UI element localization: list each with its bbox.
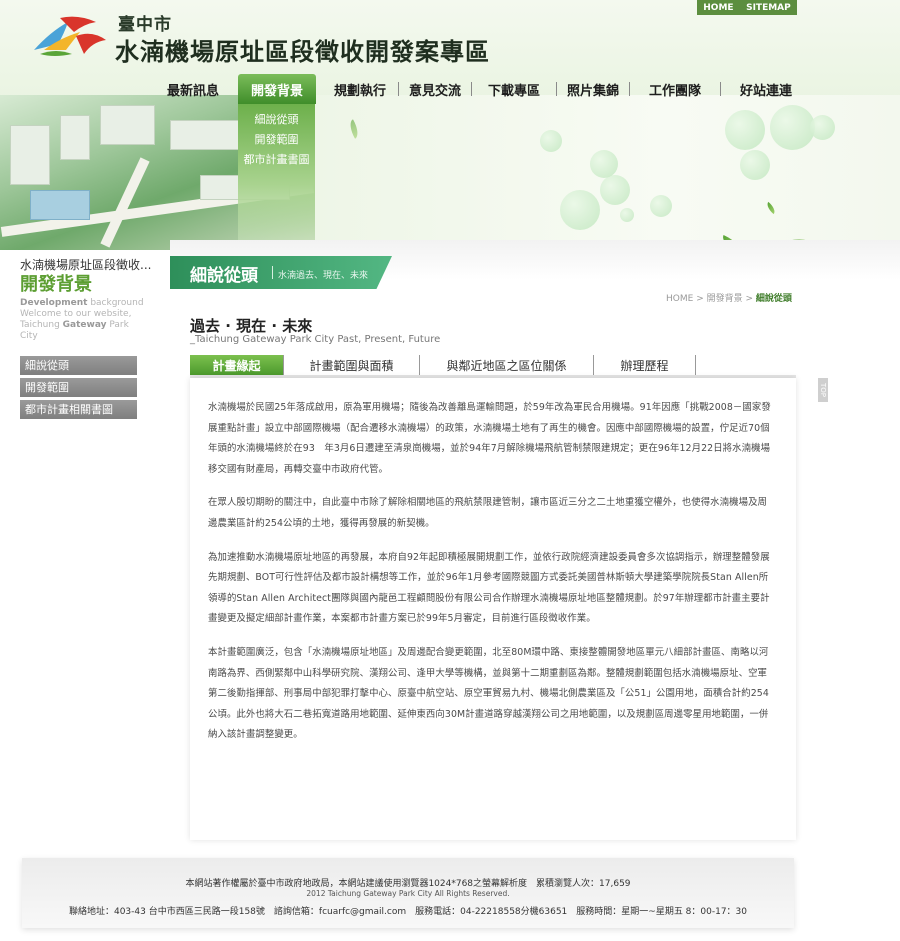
article-paragraph: 本計畫範圍廣泛，包含「水湳機場原址地區」及周邊配合變更範圍，北至80M環中路、東… <box>208 646 769 741</box>
city-logo-icon[interactable] <box>30 10 110 60</box>
nav-item-team[interactable]: 工作團隊 <box>630 74 720 104</box>
site-title[interactable]: 水湳機場原址區段徵收開發案專區 <box>115 32 490 67</box>
sidebar-item-origin[interactable]: 細說從頭 <box>20 356 137 375</box>
submenu-item-origin[interactable]: 細說從頭 <box>238 110 315 130</box>
nav-item-news[interactable]: 最新訊息 <box>160 74 226 104</box>
breadcrumb-separator: > <box>745 294 754 304</box>
breadcrumb-background[interactable]: 開發背景 <box>707 294 743 304</box>
breadcrumb-home[interactable]: HOME <box>666 294 693 304</box>
sitemap-link[interactable]: SITEMAP <box>746 3 791 13</box>
content-tabs: 計畫緣起 計畫範圍與面積 與鄰近地區之區位關係 辦理歷程 <box>190 355 696 375</box>
nav-item-feedback[interactable]: 意見交流 <box>399 74 471 104</box>
article-paragraph: 為加速推動水湳機場原址地區的再發展，本府自92年起即積極展開規劃工作，並依行政院… <box>208 551 770 625</box>
header: 臺中市 水湳機場原址區段徵收開發案專區 HOME SITEMAP 最新訊息 開發… <box>0 0 900 250</box>
background-submenu: 細說從頭 開發範圍 都市計畫書圖 <box>238 104 315 250</box>
top-links: HOME SITEMAP <box>697 0 797 15</box>
article-body: 水湳機場於民國25年落成啟用，原為軍用機場；隨後為改善離島運輸問題，於59年改為… <box>190 378 796 840</box>
submenu-item-scope[interactable]: 開發範圍 <box>238 130 315 150</box>
nav-item-background[interactable]: 開發背景 <box>238 74 316 104</box>
footer-rights: 2012 Taichung Gateway Park City All Righ… <box>306 889 510 898</box>
sidebar-english-intro: Development background Welcome to our we… <box>20 298 144 341</box>
tab-scope-area[interactable]: 計畫範圍與面積 <box>284 355 420 375</box>
sidebar-title: 開發背景 <box>20 274 92 295</box>
tab-location-relation[interactable]: 與鄰近地區之區位關係 <box>420 355 594 375</box>
submenu-item-urban-plan[interactable]: 都市計畫書圖 <box>238 150 315 170</box>
section-banner: 細說從頭 水湳過去、現在、未來 <box>170 256 392 289</box>
page-title: 過去 · 現在 · 未來 <box>190 317 313 335</box>
banner-subtitle: 水湳過去、現在、未來 <box>278 271 369 281</box>
nav-item-planning[interactable]: 規劃執行 <box>322 74 398 104</box>
breadcrumb: HOME > 開發背景 > 細說從頭 <box>666 291 792 304</box>
sidebar-menu: 細說從頭 開發範圍 都市計畫相關書圖 <box>20 356 137 422</box>
footer-copyright: 本網站著作權屬於臺中市政府地政局，本網站建議使用瀏覽器1024*768之螢幕解析… <box>185 879 631 889</box>
nav-item-links[interactable]: 好站連連 <box>721 74 811 104</box>
back-to-top-button[interactable]: TOP <box>818 378 828 402</box>
banner-title: 細說從頭 <box>190 266 258 286</box>
tab-project-origin[interactable]: 計畫緣起 <box>190 355 284 375</box>
breadcrumb-separator: > <box>696 294 704 304</box>
sidebar-item-urban-plan[interactable]: 都市計畫相關書圖 <box>20 400 137 419</box>
footer: 本網站著作權屬於臺中市政府地政局，本網站建議使用瀏覽器1024*768之螢幕解析… <box>22 858 794 928</box>
article-paragraph: 水湳機場於民國25年落成啟用，原為軍用機場；隨後為改善離島運輸問題，於59年改為… <box>208 402 771 475</box>
article-paragraph: 在眾人殷切期盼的關注中，自此臺中市除了解除相關地區的飛航禁限建管制，讓市區近三分… <box>208 497 768 529</box>
sidebar: 水湳機場原址區段徵收... 開發背景 Development backgroun… <box>0 250 170 860</box>
sidebar-item-scope[interactable]: 開發範圍 <box>20 378 137 397</box>
nav-item-downloads[interactable]: 下載專區 <box>472 74 556 104</box>
home-link[interactable]: HOME <box>703 3 733 13</box>
footer-contact: 聯絡地址：403-43 台中市西區三民路一段158號 諮詢信箱：fcuarfc@… <box>68 907 748 917</box>
page-subtitle: _Taichung Gateway Park City Past, Presen… <box>190 334 441 345</box>
tab-history[interactable]: 辦理歷程 <box>594 355 696 375</box>
breadcrumb-current: 細說從頭 <box>755 294 792 304</box>
banner-divider <box>272 266 273 279</box>
nav-item-photos[interactable]: 照片集錦 <box>557 74 629 104</box>
main-nav: 最新訊息 開發背景 規劃執行 意見交流 下載專區 照片集錦 工作團隊 好站連連 <box>160 74 840 104</box>
